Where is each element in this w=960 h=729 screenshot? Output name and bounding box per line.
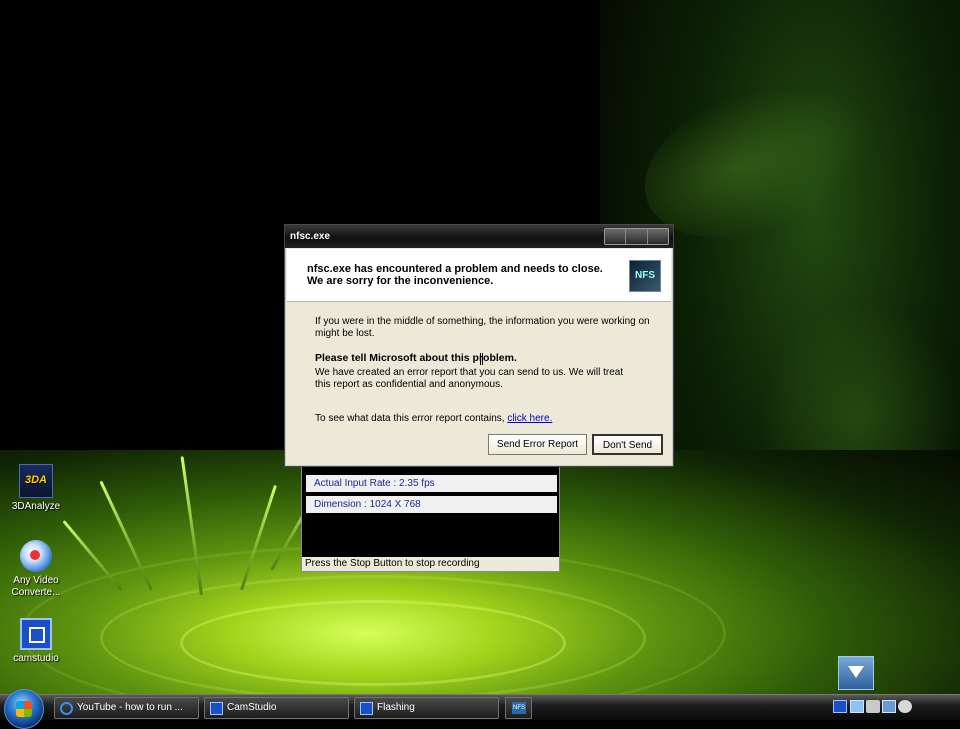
window-control-buttons[interactable]: [604, 228, 669, 245]
volume-icon[interactable]: [898, 700, 912, 713]
desktop-icon-any-video-converter[interactable]: Any Video Converte...: [0, 540, 72, 599]
desktop-icon-camstudio[interactable]: camstudio: [0, 618, 72, 665]
report-description-line: this report as confidential and anonymou…: [315, 379, 503, 390]
maximize-button[interactable]: [626, 229, 648, 244]
camstudio-recording-panel: Actual Input Rate : 2.35 fps Dimension :…: [301, 458, 560, 572]
info-loss-text: If you were in the middle of something, …: [315, 316, 650, 340]
camstudio-icon: [360, 702, 373, 715]
error-headline: nfsc.exe has encountered a problem and n…: [307, 263, 603, 275]
error-report-dialog: nfsc.exe nfsc.exe has encountered a prob…: [284, 224, 674, 467]
see-report-data-text: To see what data this error report conta…: [315, 413, 552, 425]
wallpaper-ripple: [180, 600, 566, 686]
click-here-link[interactable]: click here.: [507, 413, 552, 424]
taskbar-item-label: YouTube - how to run ...: [77, 702, 183, 713]
3danalyze-icon: 3DA: [19, 464, 53, 498]
dont-send-button[interactable]: Don't Send: [592, 434, 663, 455]
report-description: We have created an error report that you…: [315, 367, 623, 391]
taskbar-item-label: CamStudio: [227, 702, 277, 713]
desktop-icon-3danalyze[interactable]: 3DA 3DAnalyze: [0, 464, 72, 513]
system-tray: [826, 695, 960, 720]
report-description-line: We have created an error report that you…: [315, 367, 624, 378]
nfs-app-icon: NFS: [629, 260, 661, 292]
taskbar-item-camstudio[interactable]: CamStudio: [204, 697, 349, 719]
taskbar-item-youtube[interactable]: YouTube - how to run ...: [54, 697, 199, 719]
dialog-titlebar[interactable]: nfsc.exe: [285, 225, 673, 248]
nfs-game-icon: NFS: [512, 702, 526, 714]
desktop-icon-label: Any Video Converte...: [11, 575, 61, 598]
display-icon[interactable]: [882, 700, 896, 713]
camstudio-tray-icon[interactable]: [833, 700, 847, 713]
start-button[interactable]: [4, 689, 44, 729]
minimize-button[interactable]: [605, 229, 627, 244]
info-loss-line: might be lost.: [315, 328, 375, 339]
tell-microsoft-heading: Please tell Microsoft about this problem…: [315, 352, 517, 364]
close-button[interactable]: [648, 229, 668, 244]
dialog-title: nfsc.exe: [290, 231, 331, 242]
text-cursor-icon: [480, 353, 483, 365]
camstudio-icon: [210, 702, 223, 715]
desktop-icon-label: 3DAnalyze: [11, 501, 61, 512]
download-arrow-icon[interactable]: [838, 656, 874, 690]
taskbar-item-nfs-game[interactable]: NFS: [505, 697, 532, 719]
any-video-converter-icon: [20, 540, 52, 572]
taskbar-item-label: Flashing: [377, 702, 415, 713]
send-error-report-button[interactable]: Send Error Report: [488, 434, 587, 455]
input-rate-readout: Actual Input Rate : 2.35 fps: [306, 475, 557, 492]
speaker-icon[interactable]: [866, 700, 880, 713]
network-icon[interactable]: [850, 700, 864, 713]
dialog-header: nfsc.exe has encountered a problem and n…: [287, 249, 671, 302]
recording-status-bar: Press the Stop Button to stop recording: [302, 557, 559, 571]
taskbar-item-flashing[interactable]: Flashing: [354, 697, 499, 719]
internet-explorer-icon: [60, 702, 73, 715]
dimension-readout: Dimension : 1024 X 768: [306, 496, 557, 513]
info-loss-line: If you were in the middle of something, …: [315, 316, 650, 327]
desktop-icon-label: camstudio: [13, 653, 59, 664]
see-report-data-label: To see what data this error report conta…: [315, 413, 505, 424]
camstudio-icon: [20, 618, 52, 650]
taskbar: YouTube - how to run ... CamStudio Flash…: [0, 689, 960, 729]
error-apology: We are sorry for the inconvenience.: [307, 275, 494, 287]
